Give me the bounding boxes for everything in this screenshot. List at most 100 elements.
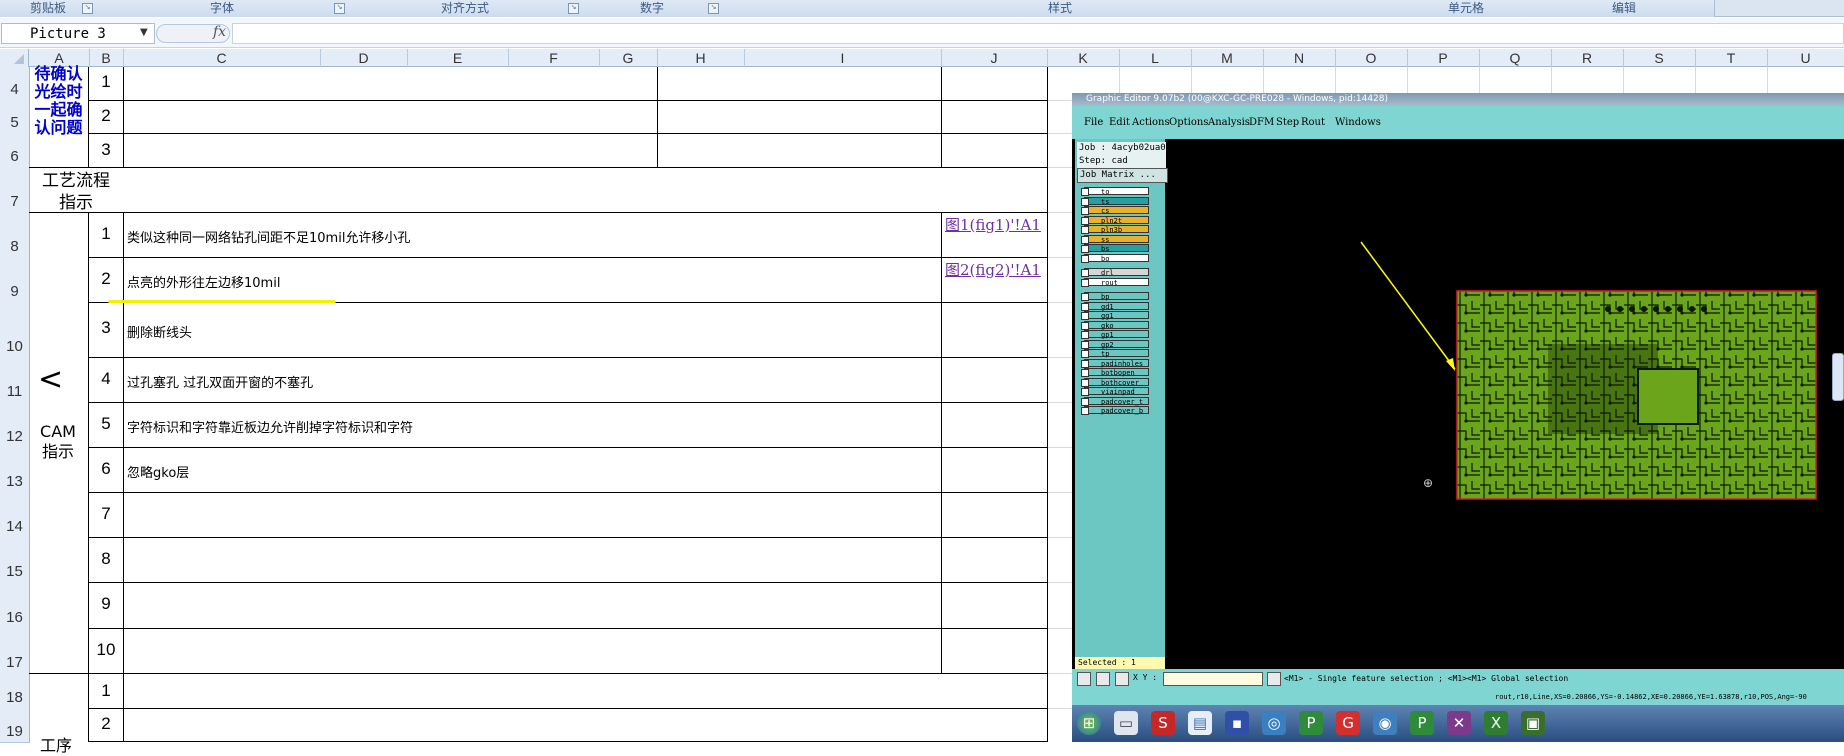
cam-item-text[interactable]: 字符标识和字符靠近板边允许削掉字符标识和字符 bbox=[127, 417, 413, 436]
taskbar-excel-icon[interactable]: X bbox=[1484, 711, 1508, 735]
column-header-n[interactable]: N bbox=[1263, 49, 1336, 67]
menu-dfm[interactable]: DFM bbox=[1249, 117, 1274, 128]
insert-function-icon[interactable]: fx bbox=[213, 24, 226, 40]
name-box[interactable]: Picture 3 bbox=[1, 23, 155, 44]
layer-row-bs[interactable]: bs bbox=[1084, 244, 1149, 253]
layer-row-padcover_b[interactable]: padcover_b bbox=[1084, 406, 1149, 415]
layer-row-bp[interactable]: bp bbox=[1084, 292, 1149, 301]
menu-rout[interactable]: Rout bbox=[1301, 117, 1325, 128]
layer-row-viainpad[interactable]: viainpad bbox=[1084, 387, 1149, 396]
hyperlink-fig2[interactable]: 图2(fig2)'!A1 bbox=[945, 260, 1045, 280]
row-header[interactable]: 9 bbox=[0, 257, 30, 303]
column-header-e[interactable]: E bbox=[407, 49, 509, 67]
ribbon-group-clipboard[interactable]: 剪贴板 ↘ bbox=[0, 0, 97, 17]
column-header-s[interactable]: S bbox=[1623, 49, 1696, 67]
row-header[interactable]: 11 bbox=[0, 357, 30, 403]
dialog-launcher-icon[interactable]: ↘ bbox=[708, 3, 719, 14]
layer-row-cs[interactable]: cs bbox=[1084, 206, 1149, 215]
layer-row-padinholes[interactable]: padinholes bbox=[1084, 358, 1149, 368]
layer-checkbox[interactable] bbox=[1081, 407, 1089, 415]
column-header-j[interactable]: J bbox=[941, 49, 1048, 67]
column-header-o[interactable]: O bbox=[1335, 49, 1408, 67]
row-header[interactable]: 5 bbox=[0, 100, 30, 134]
dialog-launcher-icon[interactable]: ↘ bbox=[82, 3, 93, 14]
layer-row-to[interactable]: to bbox=[1084, 187, 1149, 196]
layer-checkbox[interactable] bbox=[1081, 207, 1089, 215]
ribbon-group-editing[interactable]: 编辑 bbox=[1534, 0, 1715, 17]
layer-row-gp1[interactable]: gp1 bbox=[1084, 330, 1149, 339]
column-header-i[interactable]: I bbox=[744, 49, 942, 67]
taskbar-monitor-icon[interactable]: ▣ bbox=[1521, 711, 1545, 735]
cam-item-text[interactable]: 忽略gko层 bbox=[127, 462, 189, 481]
ribbon-group-cells[interactable]: 单元格 bbox=[1398, 0, 1535, 17]
taskbar-network-icon[interactable]: ◎ bbox=[1262, 711, 1286, 735]
layer-checkbox[interactable] bbox=[1081, 254, 1089, 263]
layer-checkbox[interactable] bbox=[1081, 245, 1089, 253]
layer-checkbox[interactable] bbox=[1081, 293, 1089, 301]
column-header-r[interactable]: R bbox=[1551, 49, 1624, 67]
column-header-t[interactable]: T bbox=[1695, 49, 1768, 67]
row-header[interactable]: 13 bbox=[0, 447, 30, 493]
column-header-p[interactable]: P bbox=[1407, 49, 1480, 67]
taskbar-eye-icon[interactable]: ◉ bbox=[1373, 711, 1397, 735]
layer-checkbox[interactable] bbox=[1081, 359, 1089, 368]
taskbar-editor-icon[interactable]: P bbox=[1299, 711, 1323, 735]
layer-row-padcover_t[interactable]: padcover_t bbox=[1084, 396, 1149, 406]
column-header-k[interactable]: K bbox=[1047, 49, 1120, 67]
ribbon-group-alignment[interactable]: 对齐方式 ↘ bbox=[348, 0, 583, 17]
layer-checkbox[interactable] bbox=[1081, 388, 1089, 396]
measure-tool-icon[interactable] bbox=[1096, 672, 1110, 686]
row-header[interactable]: 17 bbox=[0, 628, 30, 674]
layer-row-botbopen[interactable]: botbopen bbox=[1084, 368, 1149, 377]
taskbar-app-icon[interactable]: S bbox=[1151, 711, 1175, 735]
row-header[interactable]: 18 bbox=[0, 673, 30, 709]
row-header[interactable]: 4 bbox=[0, 67, 30, 101]
layer-checkbox[interactable] bbox=[1081, 302, 1089, 311]
layer-checkbox[interactable] bbox=[1081, 397, 1089, 406]
column-header-m[interactable]: M bbox=[1191, 49, 1264, 67]
dialog-launcher-icon[interactable]: ↘ bbox=[568, 3, 579, 14]
layer-checkbox[interactable] bbox=[1081, 350, 1089, 358]
layer-checkbox[interactable] bbox=[1081, 226, 1089, 234]
menu-file[interactable]: File bbox=[1084, 117, 1103, 128]
layer-checkbox[interactable] bbox=[1081, 369, 1089, 377]
layer-checkbox[interactable] bbox=[1081, 312, 1089, 320]
layer-checkbox[interactable] bbox=[1081, 188, 1089, 196]
ribbon-group-styles[interactable]: 样式 bbox=[722, 0, 1399, 17]
xy-input[interactable] bbox=[1163, 672, 1263, 686]
layer-row-ts[interactable]: ts bbox=[1084, 196, 1149, 206]
taskbar-editor2-icon[interactable]: P bbox=[1410, 711, 1434, 735]
cam-item-text[interactable]: 点亮的外形往左边移10mil bbox=[127, 272, 280, 291]
row-header[interactable]: 15 bbox=[0, 537, 30, 583]
menu-windows[interactable]: Windows bbox=[1335, 117, 1381, 128]
column-header-d[interactable]: D bbox=[320, 49, 408, 67]
layer-checkbox[interactable] bbox=[1081, 269, 1089, 277]
menu-edit[interactable]: Edit bbox=[1109, 117, 1130, 128]
layer-row-rout[interactable]: rout bbox=[1084, 277, 1149, 287]
column-header-h[interactable]: H bbox=[657, 49, 745, 67]
column-header-q[interactable]: Q bbox=[1479, 49, 1552, 67]
vertical-scrollbar-thumb[interactable] bbox=[1832, 353, 1844, 401]
layer-checkbox[interactable] bbox=[1081, 235, 1089, 244]
row-header[interactable]: 14 bbox=[0, 492, 30, 538]
taskbar-g-icon[interactable]: G bbox=[1336, 711, 1360, 735]
cam-item-text[interactable]: 删除断线头 bbox=[127, 322, 192, 341]
menu-actions[interactable]: Actions bbox=[1132, 117, 1170, 128]
cam-item-text[interactable]: 过孔塞孔 过孔双面开窗的不塞孔 bbox=[127, 372, 313, 391]
dialog-launcher-icon[interactable]: ↘ bbox=[334, 3, 345, 14]
layer-row-gg1[interactable]: gg1 bbox=[1084, 311, 1149, 320]
layer-row-ss[interactable]: ss bbox=[1084, 234, 1149, 244]
column-header-u[interactable]: U bbox=[1767, 49, 1844, 67]
row-header[interactable]: 7 bbox=[0, 167, 30, 213]
column-header-g[interactable]: G bbox=[599, 49, 658, 67]
formula-input[interactable] bbox=[232, 23, 1844, 44]
row-header[interactable]: 6 bbox=[0, 133, 30, 168]
menu-options[interactable]: Options bbox=[1169, 117, 1208, 128]
layer-row-tp[interactable]: tp bbox=[1084, 349, 1149, 358]
hyperlink-fig1[interactable]: 图1(fig1)'!A1 bbox=[945, 215, 1045, 235]
start-button-icon[interactable]: ⊞ bbox=[1077, 711, 1101, 735]
name-box-dropdown-icon[interactable]: ▼ bbox=[140, 27, 148, 38]
menu-step[interactable]: Step bbox=[1276, 117, 1299, 128]
menu-analysis[interactable]: Analysis bbox=[1208, 117, 1250, 128]
layer-row-gd1[interactable]: gd1 bbox=[1084, 301, 1149, 311]
